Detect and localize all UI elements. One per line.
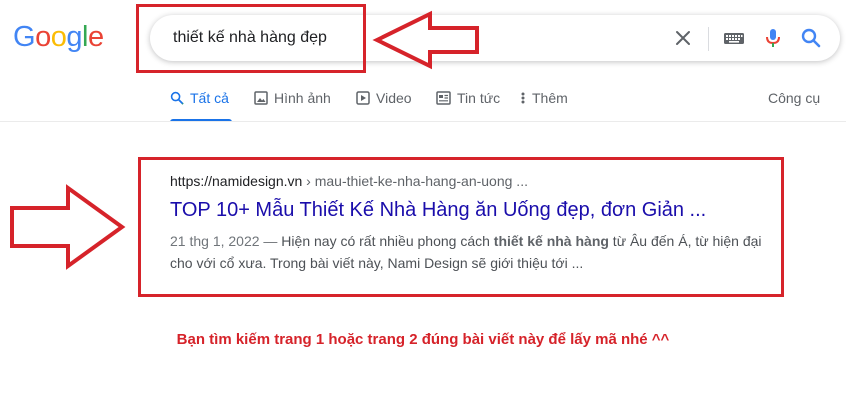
result-highlight-box [138,157,784,297]
video-icon [356,91,370,105]
logo-letter: e [87,21,104,53]
logo-letter: o [50,21,67,53]
tab-more[interactable]: Thêm [520,90,568,106]
more-icon [520,91,526,105]
microphone-icon[interactable] [762,27,784,49]
tab-label: Thêm [532,90,568,106]
search-icon [170,91,184,105]
instruction-note: Bạn tìm kiếm trang 1 hoặc trang 2 đúng b… [176,331,670,348]
search-divider [708,27,709,51]
arrow-right-icon [8,184,128,270]
arrow-left-icon [372,10,482,70]
tab-video[interactable]: Video [356,90,412,106]
tab-label: Video [376,90,412,106]
logo-letter: G [13,21,36,53]
tab-label: Hình ảnh [274,90,331,106]
tab-label: Tất cả [190,90,229,106]
tools-button[interactable]: Công cụ [768,90,820,106]
search-tabs: Tất cả Hình ảnh Video Tin tức Thêm Công … [0,86,846,122]
tools-label: Công cụ [768,90,821,106]
logo-letter: g [66,21,82,53]
tab-news[interactable]: Tin tức [436,90,500,106]
clear-icon[interactable] [672,27,694,49]
news-icon [436,91,451,105]
tab-label: Tin tức [457,90,501,106]
keyboard-icon[interactable] [722,27,746,49]
header-divider [0,121,846,122]
tab-all[interactable]: Tất cả [170,90,229,106]
tab-images[interactable]: Hình ảnh [254,90,331,106]
image-icon [254,91,268,105]
google-logo[interactable]: Google [13,21,104,54]
logo-letter: o [35,21,51,53]
search-icon[interactable] [800,27,822,49]
query-highlight-box [136,4,366,73]
